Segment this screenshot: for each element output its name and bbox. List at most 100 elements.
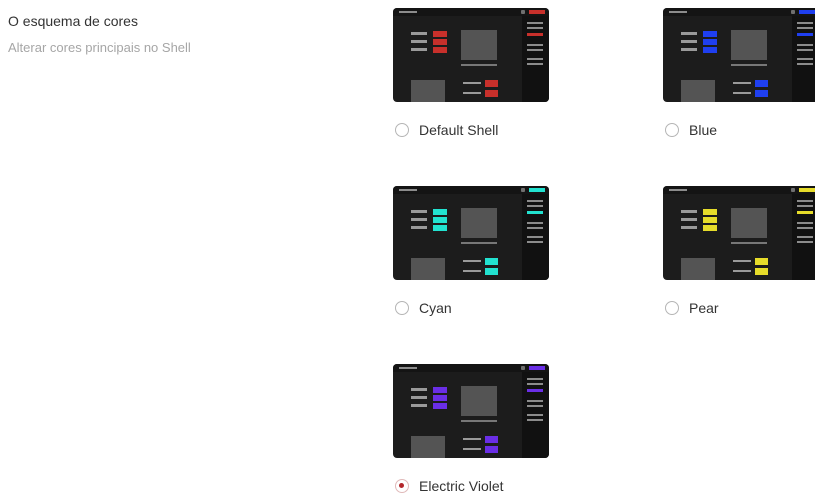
preview-sidebar-accent (797, 33, 813, 36)
preview-bottom-panel (681, 258, 715, 280)
preview-row-accent (485, 446, 498, 453)
preview-sidebar-line (797, 236, 813, 238)
preview-list-line (411, 210, 427, 213)
scheme-label: Default Shell (419, 122, 499, 138)
scheme-preview-thumbnail (393, 186, 549, 280)
radio-button[interactable] (395, 301, 409, 315)
preview-sidebar-line (527, 27, 543, 29)
preview-list-line (411, 40, 427, 43)
section-title: O esquema de cores (8, 13, 138, 29)
preview-title-line (399, 367, 417, 369)
preview-topbar-dot (791, 10, 795, 14)
color-scheme-option-blue[interactable]: Blue (663, 8, 815, 138)
preview-sidebar-line (797, 49, 813, 51)
preview-sidebar-line (527, 63, 543, 65)
preview-title-line (669, 189, 687, 191)
preview-row-accent (485, 436, 498, 443)
radio-button[interactable] (665, 301, 679, 315)
preview-row-accent (485, 258, 498, 265)
preview-list-line (411, 226, 427, 229)
preview-row-accent (485, 90, 498, 97)
preview-row-accent (755, 268, 768, 275)
preview-sidebar-line (527, 227, 543, 229)
preview-list-accent (703, 31, 717, 37)
preview-bottom-panel (411, 258, 445, 280)
preview-sidebar-line (527, 200, 543, 202)
preview-sidebar-line (527, 236, 543, 238)
preview-sidebar-line (797, 205, 813, 207)
preview-sidebar-line (527, 49, 543, 51)
preview-list-line (681, 40, 697, 43)
preview-sidebar-line (797, 200, 813, 202)
preview-main-panel (461, 208, 497, 238)
preview-row-line (463, 260, 481, 262)
preview-topbar-accent (799, 188, 815, 192)
color-scheme-option-electric-violet[interactable]: Electric Violet (393, 364, 553, 494)
preview-sidebar (792, 194, 815, 280)
preview-bottom-panel (411, 436, 445, 458)
preview-row-line (463, 448, 481, 450)
preview-sidebar-line (527, 241, 543, 243)
scheme-preview-thumbnail (393, 364, 549, 458)
preview-sidebar-line (527, 205, 543, 207)
preview-sidebar (522, 194, 549, 280)
preview-sidebar-accent (527, 211, 543, 214)
preview-list-accent (433, 387, 447, 393)
scheme-label: Pear (689, 300, 719, 316)
preview-row-line (733, 270, 751, 272)
preview-row-line (733, 92, 751, 94)
preview-list-accent (433, 47, 447, 53)
preview-bottom-panel (411, 80, 445, 102)
scheme-preview-thumbnail (663, 8, 815, 102)
preview-topbar (393, 186, 549, 194)
preview-list-accent (433, 209, 447, 215)
preview-list-line (411, 218, 427, 221)
preview-title-line (669, 11, 687, 13)
color-scheme-option-cyan[interactable]: Cyan (393, 186, 553, 316)
section-subtitle: Alterar cores principais no Shell (8, 40, 191, 55)
preview-sidebar (792, 16, 815, 102)
preview-row-line (463, 82, 481, 84)
preview-panel-line (731, 242, 767, 244)
preview-main-panel (731, 208, 767, 238)
radio-button[interactable] (665, 123, 679, 137)
preview-sidebar-line (527, 378, 543, 380)
preview-sidebar-line (797, 22, 813, 24)
preview-main-panel (731, 30, 767, 60)
preview-list-accent (703, 217, 717, 223)
preview-row-accent (755, 90, 768, 97)
preview-row-line (463, 270, 481, 272)
color-scheme-option-default-shell[interactable]: Default Shell (393, 8, 553, 138)
preview-sidebar-line (797, 241, 813, 243)
preview-bottom-panel (681, 80, 715, 102)
preview-main-panel (461, 30, 497, 60)
preview-topbar-dot (521, 10, 525, 14)
preview-sidebar-accent (797, 211, 813, 214)
preview-topbar (393, 364, 549, 372)
color-scheme-option-pear[interactable]: Pear (663, 186, 815, 316)
preview-topbar (393, 8, 549, 16)
preview-sidebar-accent (527, 389, 543, 392)
preview-list-line (681, 218, 697, 221)
radio-button[interactable] (395, 479, 409, 493)
scheme-preview-thumbnail (393, 8, 549, 102)
preview-sidebar-line (797, 27, 813, 29)
preview-list-line (411, 32, 427, 35)
preview-list-accent (433, 403, 447, 409)
preview-list-accent (703, 47, 717, 53)
radio-button[interactable] (395, 123, 409, 137)
preview-sidebar-line (797, 44, 813, 46)
preview-topbar-accent (799, 10, 815, 14)
scheme-label: Blue (689, 122, 718, 138)
preview-topbar-dot (521, 188, 525, 192)
preview-list-accent (703, 39, 717, 45)
preview-list-accent (433, 395, 447, 401)
preview-list-accent (433, 39, 447, 45)
preview-row-line (733, 82, 751, 84)
preview-list-accent (703, 209, 717, 215)
preview-sidebar-line (527, 22, 543, 24)
preview-list-line (681, 210, 697, 213)
preview-row-line (733, 260, 751, 262)
preview-list-line (681, 32, 697, 35)
preview-sidebar-line (527, 414, 543, 416)
